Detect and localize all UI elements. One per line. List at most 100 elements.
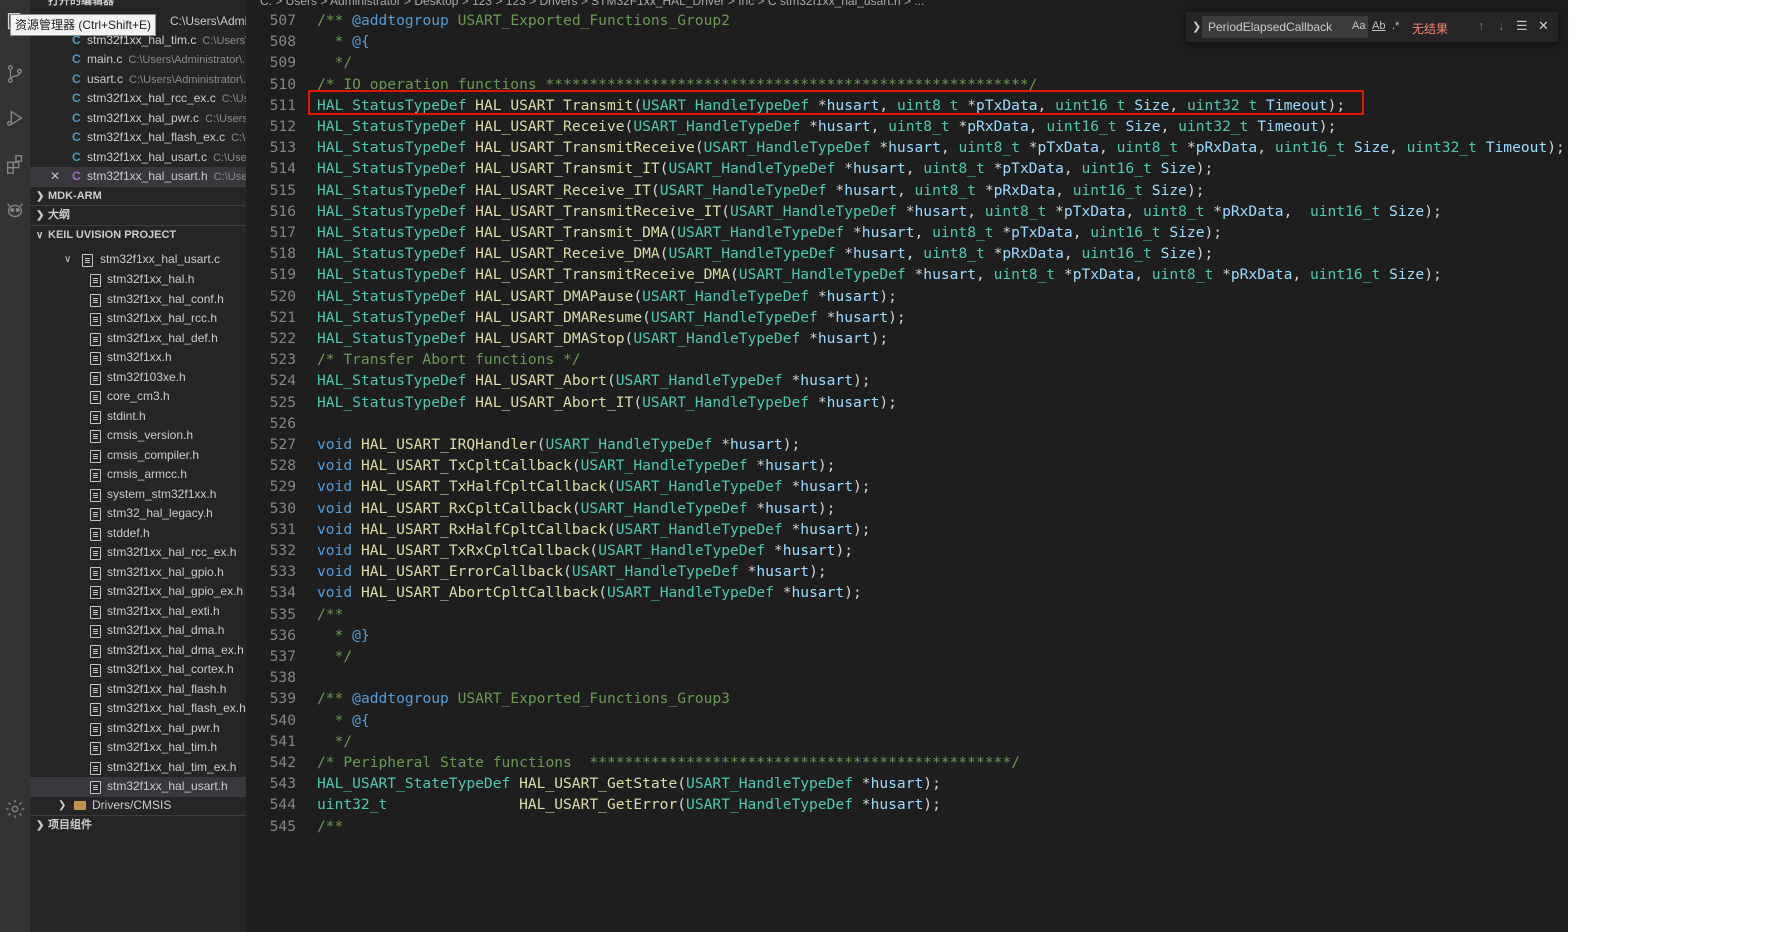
code-token: ); <box>817 499 836 517</box>
code-token: * <box>773 584 792 602</box>
chevron-right-icon: ❯ <box>36 210 45 221</box>
tree-file-item[interactable]: stm32f1xx_hal_cortex.h <box>30 660 246 680</box>
tree-file-item[interactable]: stdint.h <box>30 407 246 427</box>
whole-word-button[interactable]: Ab <box>1372 20 1385 32</box>
code-token: */ <box>317 732 353 750</box>
tree-file-item[interactable]: stm32f1xx_hal_gpio.h <box>30 563 246 583</box>
match-case-button[interactable]: Aa <box>1352 20 1365 32</box>
line-number: 538 <box>269 669 296 687</box>
code-token: , <box>1257 139 1275 157</box>
line-number: 526 <box>269 414 296 432</box>
tree-file-item[interactable]: cmsis_compiler.h <box>30 446 246 466</box>
line-number: 535 <box>269 605 296 623</box>
open-editor-item[interactable]: C stm32f1xx_hal_flash_ex.c C:\U... <box>30 128 246 147</box>
code-token: HAL_USART_Abort_IT <box>475 393 634 411</box>
tree-file-item[interactable]: stm32f1xx_hal_def.h <box>30 329 246 349</box>
file-icon <box>90 742 101 755</box>
open-editor-item[interactable]: C stm32f1xx_hal_rcc_ex.c C:\Use... <box>30 89 246 108</box>
tree-file-item[interactable]: stm32f1xx_hal_tim.h <box>30 738 246 758</box>
code-token: ( <box>729 266 739 284</box>
line-number: 509 <box>269 54 296 72</box>
tree-file-item[interactable]: system_stm32f1xx.h <box>30 485 246 505</box>
tree-file-item[interactable]: stm32f1xx_hal_rcc_ex.h <box>30 543 246 563</box>
toggle-replace-chevron-icon[interactable]: ❯ <box>1192 20 1201 33</box>
section-mdk-arm[interactable]: ❯ MDK-ARM <box>30 186 246 206</box>
code-token: void <box>317 520 353 538</box>
explorer-tooltip: 资源管理器 (Ctrl+Shift+E) <box>10 14 157 36</box>
code-token: USART_HandleTypeDef <box>686 775 853 793</box>
section-keil-project[interactable]: ∨ KEIL UVISION PROJECT <box>30 225 246 245</box>
tree-file-item[interactable]: stm32f1xx_hal_flash.h <box>30 680 246 700</box>
tree-file-item[interactable]: stm32f1xx_hal_gpio_ex.h <box>30 582 246 602</box>
find-input[interactable]: PeriodElapsedCallback <box>1202 16 1368 38</box>
tree-file-item[interactable]: stm32f1xx.h <box>30 348 246 368</box>
code-token: pTxData <box>1037 139 1100 157</box>
code-token: ); <box>844 584 862 602</box>
code-text: HAL_StatusTypeDef HAL_USART_DMAPause(USA… <box>317 286 897 307</box>
tree-folder-usart-c[interactable]: ∨ stm32f1xx_hal_usart.c <box>30 250 246 270</box>
tree-file-item[interactable]: stm32f1xx_hal_usart.h <box>30 777 246 797</box>
open-editor-item[interactable]: C stm32f1xx_hal_usart.c C:\User... <box>30 148 246 167</box>
code-token: @{ <box>352 33 370 51</box>
line-number: 520 <box>269 287 296 305</box>
settings-gear-icon[interactable] <box>1 795 29 823</box>
tree-file-item[interactable]: stm32f1xx_hal_conf.h <box>30 290 246 310</box>
find-in-selection-button[interactable]: ☰ <box>1516 18 1528 34</box>
tree-file-label: core_cm3.h <box>107 389 170 403</box>
previous-match-button[interactable]: ↑ <box>1478 18 1485 33</box>
code-token: HAL_USART_TxCpltCallback <box>360 457 572 475</box>
tree-file-item[interactable]: stm32f1xx_hal_pwr.h <box>30 719 246 739</box>
code-token: ( <box>606 520 616 538</box>
tree-file-item[interactable]: cmsis_armcc.h <box>30 465 246 485</box>
code-token: husart <box>817 118 871 135</box>
tree-file-item[interactable]: stm32_hal_legacy.h <box>30 504 246 524</box>
regex-button[interactable]: .* <box>1392 20 1399 32</box>
tree-folder-drivers-cmsis[interactable]: ❯ Drivers/CMSIS <box>30 796 246 816</box>
open-editor-item-active[interactable]: ✕ C stm32f1xx_hal_usart.h C:\User... <box>30 167 246 186</box>
section-project-components[interactable]: ❯ 项目组件 <box>30 815 246 835</box>
open-editor-item[interactable]: C main.c C:\Users\Administrator\... <box>30 50 246 69</box>
tree-file-item[interactable]: core_cm3.h <box>30 387 246 407</box>
keil-extension-icon[interactable] <box>1 196 29 224</box>
tree-file-item[interactable]: stm32f1xx_hal_dma.h <box>30 621 246 641</box>
open-editors-header[interactable]: 打开的编辑器 <box>30 0 246 8</box>
section-outline[interactable]: ❯ 大纲 <box>30 205 246 225</box>
code-token: @{ <box>352 711 370 729</box>
close-find-button[interactable]: ✕ <box>1538 18 1549 34</box>
code-text: * @} <box>317 625 370 646</box>
tree-file-label: stm32f1xx_hal_usart.h <box>107 779 228 793</box>
code-token: * <box>870 139 889 157</box>
tree-file-item[interactable]: stm32f1xx_hal_dma_ex.h <box>30 641 246 661</box>
tree-file-item[interactable]: stm32f1xx_hal_rcc.h <box>30 309 246 329</box>
tree-file-item[interactable]: stm32f1xx_hal_tim_ex.h <box>30 758 246 778</box>
tree-file-item[interactable]: stm32f1xx_hal_exti.h <box>30 602 246 622</box>
source-control-icon[interactable] <box>1 60 29 88</box>
code-token: , <box>1160 118 1179 135</box>
code-token: , <box>1099 139 1117 157</box>
tree-file-item[interactable]: stm32f1xx_hal_flash_ex.h <box>30 699 246 719</box>
c-header-file-icon: C <box>72 169 81 183</box>
tree-file-item[interactable]: cmsis_version.h <box>30 426 246 446</box>
open-editor-item[interactable]: C stm32f1xx_hal_pwr.c C:\Users\... <box>30 109 246 128</box>
code-editor[interactable]: 507 /** @addtogroup USART_Exported_Functi… <box>246 0 1568 932</box>
next-match-button[interactable]: ↓ <box>1498 18 1505 33</box>
code-token: pTxData <box>1002 160 1064 178</box>
tree-file-item[interactable]: stddef.h <box>30 524 246 544</box>
code-token: HAL_USART_Receive_IT <box>475 181 651 199</box>
breadcrumb[interactable]: C: > Users > Administrator > Desktop > 1… <box>246 0 1568 8</box>
open-editor-item[interactable]: C usart.c C:\Users\Administrator\... <box>30 70 246 89</box>
line-number: 545 <box>269 817 296 835</box>
tree-file-item[interactable]: stm32f103xe.h <box>30 368 246 388</box>
extensions-icon[interactable] <box>1 150 29 178</box>
open-editor-path: C:\User... <box>213 151 246 164</box>
file-icon <box>90 508 101 521</box>
open-editor-name: stm32f1xx_hal_usart.c <box>87 149 208 164</box>
tree-file-item[interactable]: stm32f1xx_hal.h <box>30 270 246 290</box>
code-token: Size <box>1125 118 1161 135</box>
run-debug-icon[interactable] <box>1 104 29 132</box>
close-icon[interactable]: ✕ <box>50 167 60 186</box>
tree-file-label: stm32f1xx_hal_gpio_ex.h <box>107 584 244 598</box>
